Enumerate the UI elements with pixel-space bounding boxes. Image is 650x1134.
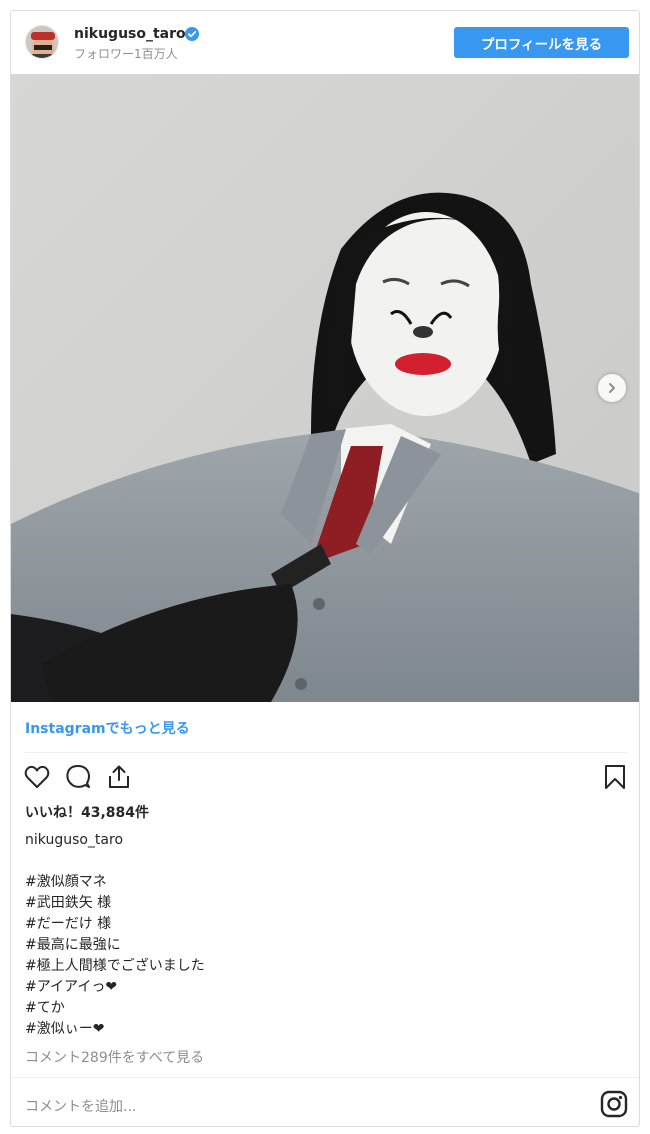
like-count: いいね！43,884件 [25, 805, 150, 821]
share-icon [109, 765, 129, 788]
instagram-embed-card: nikuguso_taro フォロワー1百万人 プロフィールを見る Instag… [10, 10, 640, 1127]
bookmark-icon [605, 765, 625, 789]
caption-line[interactable]: #激似ぃー❤ [25, 1019, 205, 1040]
avatar[interactable] [25, 25, 59, 59]
like-button[interactable] [23, 763, 51, 791]
post-header: nikuguso_taro フォロワー1百万人 プロフィールを見る [11, 11, 639, 74]
divider [11, 1077, 639, 1078]
caption-line[interactable]: #激似顔マネ [25, 872, 205, 893]
verified-badge-icon [185, 27, 199, 41]
caption-line[interactable]: #極上人間様でございました [25, 956, 205, 977]
post-photo[interactable] [11, 74, 639, 702]
caption-line[interactable]: #アイアイっ❤ [25, 977, 205, 998]
caption-line[interactable]: #武田鉄矢 様 [25, 893, 205, 914]
comment-button[interactable] [64, 763, 92, 791]
add-comment-input[interactable]: コメントを追加... [25, 1096, 136, 1116]
share-button[interactable] [105, 763, 133, 791]
caption-line[interactable]: #だーだけ 様 [25, 914, 205, 935]
follower-count: フォロワー1百万人 [74, 47, 178, 61]
caption: #激似顔マネ #武田鉄矢 様 #だーだけ 様 #最高に最強に #極上人間様でござ… [25, 872, 205, 1040]
caption-line[interactable]: #てか [25, 998, 205, 1019]
comment-icon [66, 765, 90, 788]
view-all-comments-link[interactable]: コメント289件をすべて見る [25, 1047, 204, 1067]
instagram-logo-icon[interactable] [600, 1090, 628, 1118]
save-button[interactable] [601, 763, 629, 791]
view-profile-button[interactable]: プロフィールを見る [454, 27, 629, 58]
caption-line[interactable]: #最高に最強に [25, 935, 205, 956]
view-more-on-instagram-link[interactable]: Instagramでもっと見る [25, 718, 190, 738]
caption-username[interactable]: nikuguso_taro [25, 832, 123, 848]
chevron-right-icon [609, 383, 615, 393]
next-photo-button[interactable] [598, 374, 626, 402]
divider [25, 752, 627, 753]
heart-icon [24, 765, 50, 788]
username[interactable]: nikuguso_taro [74, 26, 186, 42]
